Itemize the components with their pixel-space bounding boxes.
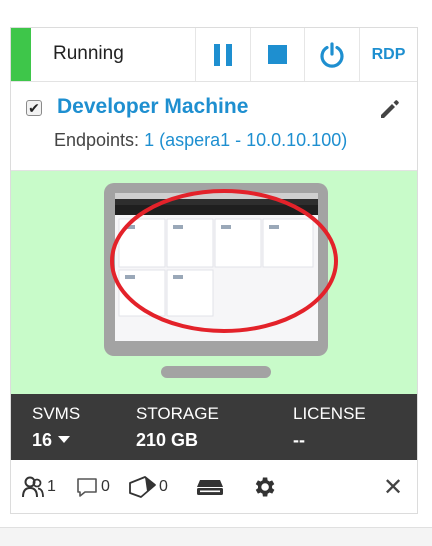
status-indicator <box>11 28 31 81</box>
endpoints-label: Endpoints: <box>54 130 140 150</box>
storage-label: STORAGE <box>136 404 219 423</box>
stop-button[interactable] <box>251 28 304 81</box>
storage-value: 210 GB <box>136 430 199 450</box>
status-label: Running <box>53 43 124 64</box>
svms-value: 16 <box>32 430 53 450</box>
close-button[interactable]: ✕ <box>383 460 403 514</box>
drive-button[interactable] <box>195 460 225 514</box>
drive-icon <box>197 480 223 495</box>
chevron-down-icon <box>58 435 71 443</box>
endpoints-link[interactable]: 1 (aspera1 - 10.0.10.100) <box>144 130 347 150</box>
endpoints-row: Endpoints: 1 (aspera1 - 10.0.10.100) <box>54 130 347 151</box>
tags-button[interactable]: 0 <box>127 460 168 514</box>
stats-bar: SVMS 16 STORAGE 210 GB LICENSE -- <box>11 394 417 460</box>
svms-dropdown[interactable]: 16 <box>32 430 71 451</box>
pencil-icon[interactable] <box>377 96 403 122</box>
license-value: -- <box>293 430 305 450</box>
tags-count: 0 <box>159 478 168 495</box>
pause-button[interactable] <box>196 28 250 81</box>
comments-count: 0 <box>101 478 110 495</box>
comment-icon <box>77 478 97 497</box>
power-button[interactable] <box>305 28 359 81</box>
vm-card: Running RDP ✔ Developer Machine Endpoint… <box>10 27 418 514</box>
license-label: LICENSE <box>293 404 366 423</box>
svms-label: SVMS <box>32 404 81 423</box>
vm-toolbar: Running RDP <box>11 28 417 82</box>
select-checkbox[interactable]: ✔ <box>26 100 42 116</box>
pause-icon <box>214 43 232 66</box>
vm-header: ✔ Developer Machine Endpoints: 1 (aspera… <box>11 82 417 171</box>
monitor-thumbnail <box>104 183 338 378</box>
page-footer-strip <box>0 527 432 546</box>
power-icon <box>320 41 344 68</box>
machine-name[interactable]: Developer Machine <box>57 95 248 119</box>
rdp-label: RDP <box>371 45 406 63</box>
settings-button[interactable] <box>251 460 277 514</box>
action-bar: 1 0 0 ✕ <box>11 460 417 514</box>
close-icon: ✕ <box>383 473 404 501</box>
gear-icon <box>255 477 275 497</box>
users-button[interactable]: 1 <box>21 460 56 514</box>
tag-icon <box>129 476 156 498</box>
users-icon <box>22 476 44 498</box>
rdp-button[interactable]: RDP <box>360 28 417 81</box>
screen-preview[interactable] <box>11 171 417 394</box>
users-count: 1 <box>47 478 56 495</box>
comments-button[interactable]: 0 <box>75 460 110 514</box>
stop-icon <box>268 45 287 64</box>
